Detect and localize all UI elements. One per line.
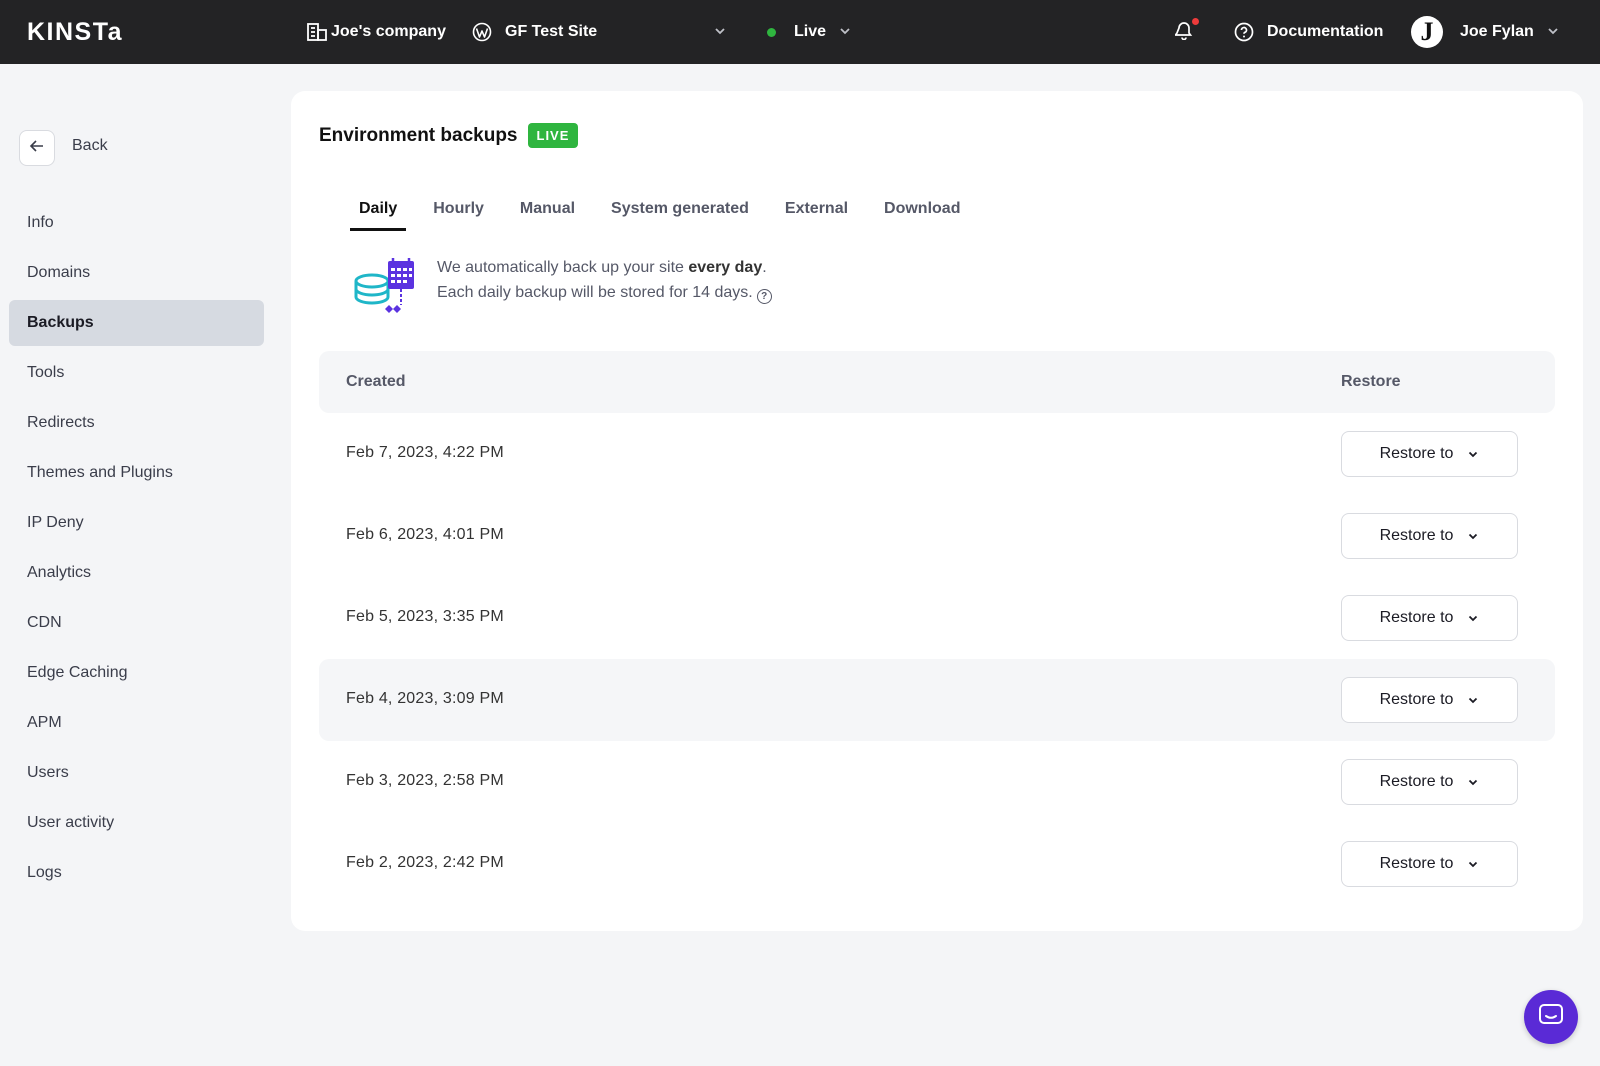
tab-external[interactable]: External — [776, 195, 857, 231]
top-bar: KINSTa Joe's company GF Test Site Live D… — [0, 0, 1600, 64]
tab-download[interactable]: Download — [875, 195, 969, 231]
kinsta-logo[interactable]: KINSTa — [27, 18, 123, 47]
backup-info-line1: We automatically back up your site every… — [437, 259, 767, 276]
backup-list: Feb 7, 2023, 4:22 PM Restore to Feb 6, 202… — [319, 413, 1555, 905]
chevron-down-icon — [1469, 697, 1478, 704]
backup-created-date: Feb 2, 2023, 2:42 PM — [346, 854, 504, 871]
sidebar-item-ip-deny[interactable]: IP Deny — [9, 500, 264, 546]
sidebar-item-backups[interactable]: Backups — [9, 300, 264, 346]
documentation-label: Documentation — [1267, 23, 1384, 40]
backup-info-line2: Each daily backup will be stored for 14 … — [437, 280, 772, 305]
column-restore: Restore — [1341, 373, 1401, 390]
chevron-down-icon — [1469, 779, 1478, 786]
restore-to-label: Restore to — [1379, 527, 1454, 544]
environment-name: Live — [794, 23, 827, 40]
sidebar-item-logs[interactable]: Logs — [9, 850, 264, 896]
table-row: Feb 3, 2023, 2:58 PM Restore to — [319, 741, 1555, 823]
column-created: Created — [346, 373, 406, 390]
backup-created-date: Feb 4, 2023, 3:09 PM — [346, 690, 504, 707]
wordpress-icon — [472, 22, 492, 42]
restore-to-button[interactable]: Restore to — [1341, 677, 1518, 723]
live-status-dot — [767, 27, 776, 37]
restore-to-label: Restore to — [1379, 691, 1454, 708]
documentation-link[interactable]: Documentation — [1234, 0, 1383, 64]
chat-icon — [1538, 1003, 1564, 1032]
backup-tabs: Daily Hourly Manual System generated Ext… — [350, 195, 987, 231]
restore-to-label: Restore to — [1379, 609, 1454, 626]
backup-created-date: Feb 7, 2023, 4:22 PM — [346, 444, 504, 461]
back-button[interactable] — [19, 130, 55, 166]
tab-daily[interactable]: Daily — [350, 195, 407, 231]
backup-created-date: Feb 3, 2023, 2:58 PM — [346, 772, 504, 789]
arrow-left-icon — [29, 139, 45, 158]
sidebar-item-cdn[interactable]: CDN — [9, 600, 264, 646]
sidebar-item-apm[interactable]: APM — [9, 700, 264, 746]
restore-to-label: Restore to — [1379, 773, 1454, 790]
sidebar-item-user-activity[interactable]: User activity — [9, 800, 264, 846]
sidebar-item-info[interactable]: Info — [9, 200, 264, 246]
environment-chevron-down-icon[interactable] — [838, 24, 852, 43]
restore-to-button[interactable]: Restore to — [1341, 841, 1518, 887]
chevron-down-icon — [1469, 451, 1478, 458]
sidebar-item-tools[interactable]: Tools — [9, 350, 264, 396]
user-name: Joe Fylan — [1460, 23, 1534, 40]
site-name: GF Test Site — [505, 23, 598, 40]
site-switcher[interactable]: GF Test Site — [472, 0, 597, 64]
chevron-down-icon — [1469, 615, 1478, 622]
chevron-down-icon — [1469, 533, 1478, 540]
restore-to-button[interactable]: Restore to — [1341, 595, 1518, 641]
restore-to-button[interactable]: Restore to — [1341, 513, 1518, 559]
user-menu[interactable]: J Joe Fylan — [1411, 0, 1534, 64]
company-switcher[interactable]: Joe's company — [307, 0, 446, 64]
environment-switcher[interactable]: Live — [767, 0, 826, 64]
backup-created-date: Feb 6, 2023, 4:01 PM — [346, 526, 504, 543]
site-chevron-down-icon[interactable] — [713, 24, 727, 43]
sidebar-item-analytics[interactable]: Analytics — [9, 550, 264, 596]
sidebar-item-domains[interactable]: Domains — [9, 250, 264, 296]
building-icon — [307, 23, 327, 41]
table-row: Feb 5, 2023, 3:35 PM Restore to — [319, 577, 1555, 659]
sidebar-item-users[interactable]: Users — [9, 750, 264, 796]
table-row: Feb 7, 2023, 4:22 PM Restore to — [319, 413, 1555, 495]
notifications-button[interactable] — [1173, 18, 1199, 45]
company-name: Joe's company — [331, 23, 446, 40]
avatar: J — [1411, 16, 1443, 48]
backups-card: Environment backups LIVE Daily Hourly Ma… — [291, 91, 1583, 931]
restore-to-label: Restore to — [1379, 445, 1454, 462]
backup-created-date: Feb 5, 2023, 3:35 PM — [346, 608, 504, 625]
sidebar-item-redirects[interactable]: Redirects — [9, 400, 264, 446]
page-title: Environment backups LIVE — [319, 123, 579, 148]
table-header: Created Restore — [319, 351, 1555, 413]
tab-manual[interactable]: Manual — [511, 195, 584, 231]
sidebar-nav: Info Domains Backups Tools Redirects The… — [9, 200, 264, 900]
restore-to-button[interactable]: Restore to — [1341, 759, 1518, 805]
table-row: Feb 6, 2023, 4:01 PM Restore to — [319, 495, 1555, 577]
live-badge: LIVE — [527, 123, 579, 148]
chat-launcher-button[interactable] — [1524, 990, 1578, 1044]
backup-info-text: We automatically back up your site every… — [437, 255, 772, 319]
help-circle-icon — [1234, 22, 1254, 42]
tab-system-generated[interactable]: System generated — [602, 195, 758, 231]
table-row: Feb 2, 2023, 2:42 PM Restore to — [319, 823, 1555, 905]
restore-to-button[interactable]: Restore to — [1341, 431, 1518, 477]
page-title-text: Environment backups — [319, 124, 518, 146]
back-label[interactable]: Back — [72, 137, 108, 155]
table-row: Feb 4, 2023, 3:09 PM Restore to — [319, 659, 1555, 741]
backup-info: We automatically back up your site every… — [352, 253, 772, 319]
database-calendar-icon — [352, 253, 418, 319]
sidebar-item-themes-and-plugins[interactable]: Themes and Plugins — [9, 450, 264, 496]
tab-hourly[interactable]: Hourly — [424, 195, 493, 231]
user-chevron-down-icon[interactable] — [1546, 24, 1560, 43]
restore-to-label: Restore to — [1379, 855, 1454, 872]
retention-help-icon[interactable]: ? — [756, 289, 772, 304]
bell-icon — [1173, 22, 1193, 44]
chevron-down-icon — [1469, 861, 1478, 868]
sidebar-item-edge-caching[interactable]: Edge Caching — [9, 650, 264, 696]
notification-dot — [1192, 18, 1199, 25]
